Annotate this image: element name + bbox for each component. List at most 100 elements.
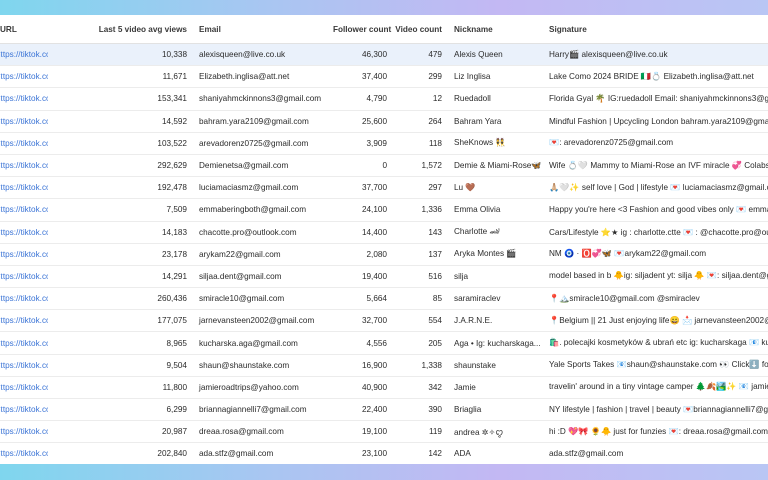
table-row[interactable]: https://tiktok.com/@demie292,629Demienet…	[0, 154, 768, 178]
cell-email: shaun@shaunstake.com	[193, 354, 333, 377]
table-row[interactable]: https://tiktok.com/@kucharskaga8,965kuch…	[0, 331, 768, 355]
cell-avg-views: 202,840	[48, 442, 193, 464]
cell-url[interactable]: https://tiktok.com/@arykamontes	[0, 243, 48, 266]
cell-nickname: Demie & Miami-Rose🦋	[448, 154, 543, 178]
table-row[interactable]: https://tiktok.com/@silja14,291siljaa.de…	[0, 265, 768, 289]
cell-signature: 💌: arevadorenz0725@gmail.com	[543, 132, 768, 155]
cell-signature: Cars/Lifestyle ⭐️★ ig : charlotte.ctte 💌…	[543, 221, 768, 244]
cell-url[interactable]: https://tiktok.com/@sheknows	[0, 132, 48, 155]
cell-url[interactable]: https://tiktok.com/@ada	[0, 442, 48, 464]
cell-nickname: Alexis Queen	[448, 43, 543, 67]
cell-video-count: 1,572	[393, 154, 448, 178]
cell-avg-views: 103,522	[48, 132, 193, 155]
cell-follower-count: 5,664	[333, 287, 393, 311]
creator-table: URL Last 5 video avg views Email Followe…	[0, 15, 768, 464]
cell-email: siljaa.dent@gmail.com	[193, 265, 333, 289]
spreadsheet-window: URL Last 5 video avg views Email Followe…	[0, 15, 768, 464]
cell-email: emmaberingboth@gmail.com	[193, 198, 333, 222]
cell-video-count: 137	[393, 243, 448, 266]
table-row[interactable]: https://tiktok.com/@arykamontes23,178ary…	[0, 243, 768, 266]
cell-email: dreaa.rosa@gmail.com	[193, 420, 333, 444]
table-row[interactable]: https://tiktok.com/@lu192,478luciamacias…	[0, 176, 768, 200]
cell-video-count: 119	[393, 420, 448, 444]
cell-follower-count: 2,080	[333, 243, 393, 266]
cell-url[interactable]: https://tiktok.com/@silja	[0, 265, 48, 289]
column-header-follower-count[interactable]: Follower count	[333, 15, 393, 44]
cell-avg-views: 9,504	[48, 354, 193, 377]
cell-nickname: saramiraclev	[448, 287, 543, 311]
table-row[interactable]: https://tiktok.com/@shaunstake9,504shaun…	[0, 354, 768, 377]
cell-url[interactable]: https://tiktok.com/@lu	[0, 176, 48, 200]
cell-signature: 🛍️. polecajki kosmetyków & ubrań etc ig:…	[543, 331, 768, 355]
cell-follower-count: 4,556	[333, 331, 393, 355]
cell-follower-count: 3,909	[333, 132, 393, 155]
cell-video-count: 479	[393, 43, 448, 67]
table-row[interactable]: https://tiktok.com/@andrea20,987dreaa.ro…	[0, 420, 768, 444]
column-header-signature[interactable]: Signature	[543, 15, 768, 44]
cell-email: kucharska.aga@gmail.com	[193, 331, 333, 355]
table-row[interactable]: https://tiktok.com/@jarne177,075jarnevan…	[0, 309, 768, 333]
cell-email: alexisqueen@live.co.uk	[193, 43, 333, 67]
cell-email: luciamaciasmz@gmail.com	[193, 176, 333, 200]
cell-url[interactable]: https://tiktok.com/@lizinglisa	[0, 65, 48, 89]
cell-avg-views: 20,987	[48, 420, 193, 444]
cell-url[interactable]: https://tiktok.com/@jarne	[0, 309, 48, 333]
cell-email: bahram.yara2109@gmail.com	[193, 110, 333, 133]
cell-url[interactable]: https://tiktok.com/@emmaolivia	[0, 198, 48, 222]
cell-email: jarnevansteen2002@gmail.com	[193, 309, 333, 333]
cell-url[interactable]: https://tiktok.com/@shaunstake	[0, 354, 48, 377]
cell-avg-views: 23,178	[48, 243, 193, 266]
table-row[interactable]: https://tiktok.com/@bahramyara14,592bahr…	[0, 110, 768, 133]
table-row[interactable]: https://tiktok.com/@emmaolivia7,509emmab…	[0, 198, 768, 222]
table-row[interactable]: https://tiktok.com/@charlotte14,183chaco…	[0, 221, 768, 244]
table-row[interactable]: https://tiktok.com/@briaglia6,299brianna…	[0, 398, 768, 422]
column-header-url[interactable]: URL	[0, 15, 48, 44]
cell-nickname: ADA	[448, 442, 543, 464]
cell-nickname: silja	[448, 265, 543, 289]
cell-url[interactable]: https://tiktok.com/@charlotte	[0, 221, 48, 244]
cell-url[interactable]: https://tiktok.com/@andrea	[0, 420, 48, 444]
table-row[interactable]: https://tiktok.com/@sheknows103,522areva…	[0, 132, 768, 155]
cell-url[interactable]: https://tiktok.com/@ruedadoll	[0, 87, 48, 111]
cell-url[interactable]: https://tiktok.com/@briaglia	[0, 398, 48, 422]
cell-signature: Happy you're here <3 Fashion and good vi…	[543, 198, 768, 222]
cell-email: jamieroadtrips@yahoo.com	[193, 376, 333, 400]
cell-url[interactable]: https://tiktok.com/@saramiraclev	[0, 287, 48, 311]
table-row[interactable]: https://tiktok.com/@ruedadoll153,341shan…	[0, 87, 768, 111]
cell-url[interactable]: https://tiktok.com/@alexisqueen	[0, 43, 48, 67]
cell-follower-count: 14,400	[333, 221, 393, 244]
cell-follower-count: 25,600	[333, 110, 393, 133]
cell-signature: Mindful Fashion | Upcycling London bahra…	[543, 110, 768, 133]
table-row[interactable]: https://tiktok.com/@alexisqueen10,338ale…	[0, 43, 768, 67]
cell-follower-count: 24,100	[333, 198, 393, 222]
column-header-email[interactable]: Email	[193, 15, 333, 44]
cell-url[interactable]: https://tiktok.com/@kucharskaga	[0, 331, 48, 355]
cell-url[interactable]: https://tiktok.com/@bahramyara	[0, 110, 48, 133]
cell-video-count: 299	[393, 65, 448, 89]
cell-email: Demienetsa@gmail.com	[193, 154, 333, 178]
cell-avg-views: 6,299	[48, 398, 193, 422]
table-body: https://tiktok.com/@alexisqueen10,338ale…	[0, 43, 768, 464]
table-row[interactable]: https://tiktok.com/@ada202,840ada.stfz@g…	[0, 442, 768, 464]
cell-video-count: 1,338	[393, 354, 448, 377]
cell-email: arykam22@gmail.com	[193, 243, 333, 266]
cell-video-count: 342	[393, 376, 448, 400]
column-header-avg-views[interactable]: Last 5 video avg views	[48, 15, 193, 44]
cell-url[interactable]: https://tiktok.com/@demie	[0, 154, 48, 178]
column-header-nickname[interactable]: Nickname	[448, 15, 543, 44]
cell-nickname: Bahram Yara	[448, 110, 543, 133]
cell-email: briannagiannelli7@gmail.com	[193, 398, 333, 422]
table-row[interactable]: https://tiktok.com/@jamie11,800jamieroad…	[0, 376, 768, 400]
cell-follower-count: 16,900	[333, 354, 393, 377]
cell-follower-count: 46,300	[333, 43, 393, 67]
column-header-video-count[interactable]: Video count	[393, 15, 448, 44]
table-row[interactable]: https://tiktok.com/@saramiraclev260,436s…	[0, 287, 768, 311]
cell-signature: travelin' around in a tiny vintage campe…	[543, 376, 768, 400]
cell-url[interactable]: https://tiktok.com/@jamie	[0, 376, 48, 400]
cell-avg-views: 14,183	[48, 221, 193, 244]
cell-video-count: 85	[393, 287, 448, 311]
cell-follower-count: 4,790	[333, 87, 393, 111]
table-row[interactable]: https://tiktok.com/@lizinglisa11,671Eliz…	[0, 65, 768, 89]
cell-nickname: Jamie	[448, 376, 543, 400]
cell-avg-views: 11,671	[48, 65, 193, 89]
